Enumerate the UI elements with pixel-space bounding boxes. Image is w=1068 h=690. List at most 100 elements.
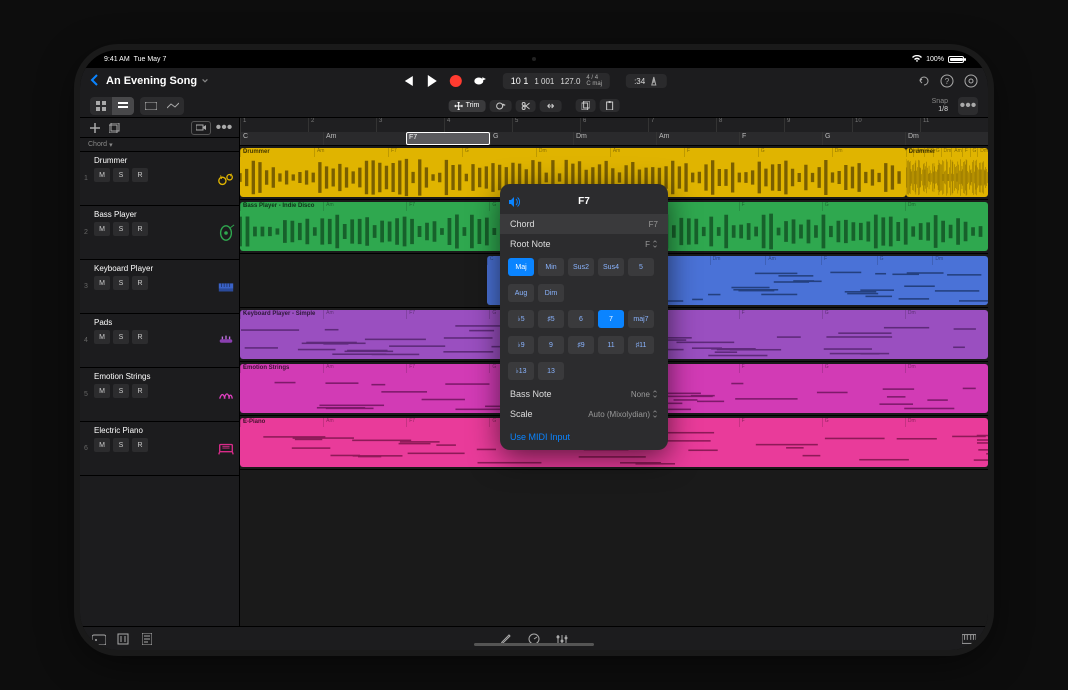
add-track-button[interactable] (88, 121, 102, 135)
chord-chip[interactable]: ♭13 (508, 362, 534, 380)
chord-cell[interactable]: C (240, 132, 323, 145)
mute-button[interactable]: M (94, 330, 110, 344)
solo-button[interactable]: S (113, 438, 129, 452)
chord-chip[interactable]: Aug (508, 284, 534, 302)
preview-audio-button[interactable] (508, 195, 520, 207)
chord-cell[interactable]: Dm (573, 132, 656, 145)
automation-view-button[interactable] (162, 97, 184, 115)
scissors-tool[interactable] (515, 100, 535, 112)
library-button[interactable] (108, 121, 122, 135)
view-mode-segment[interactable] (90, 97, 134, 115)
scale-field[interactable]: Scale Auto (Mixolydian) (500, 404, 668, 424)
play-button[interactable] (425, 74, 439, 88)
mute-button[interactable]: M (94, 438, 110, 452)
toolbar-more-button[interactable]: ••• (958, 97, 978, 115)
track-icon[interactable] (213, 422, 239, 475)
track-header[interactable]: 3 Keyboard Player M S R (80, 260, 239, 314)
notepad-button[interactable] (140, 632, 154, 646)
chord-chip[interactable]: 5 (628, 258, 654, 276)
record-enable-button[interactable]: R (132, 438, 148, 452)
back-button[interactable] (90, 74, 98, 89)
chord-cell[interactable]: G (822, 132, 905, 145)
chord-chip[interactable]: Dim (538, 284, 564, 302)
chord-track[interactable]: CAmF7GDmAmFGDm (240, 132, 988, 146)
chord-chip[interactable]: maj7 (628, 310, 654, 328)
mute-button[interactable]: M (94, 384, 110, 398)
track-view-button[interactable] (112, 97, 134, 115)
solo-button[interactable]: S (113, 330, 129, 344)
chord-chip[interactable]: 7 (598, 310, 624, 328)
chord-chip[interactable]: ♯11 (628, 336, 654, 354)
trim-tool[interactable]: Trim (449, 100, 486, 112)
solo-button[interactable]: S (113, 384, 129, 398)
mute-button[interactable]: M (94, 168, 110, 182)
snap-display[interactable]: Snap 1/8 (932, 98, 948, 113)
track-header[interactable]: 6 Electric Piano M S R (80, 422, 239, 476)
chord-chip[interactable]: 6 (568, 310, 594, 328)
record-enable-button[interactable]: R (132, 276, 148, 290)
root-note-field[interactable]: Root Note F (500, 234, 668, 254)
mute-button[interactable]: M (94, 276, 110, 290)
record-button[interactable] (449, 74, 463, 88)
chord-chip[interactable]: Sus2 (568, 258, 594, 276)
chord-chip[interactable]: ♯9 (568, 336, 594, 354)
chord-chip[interactable]: 13 (538, 362, 564, 380)
count-in-display[interactable]: :34 (626, 74, 667, 88)
use-midi-input-link[interactable]: Use MIDI Input (500, 424, 668, 444)
keyboard-button[interactable] (962, 632, 976, 646)
chord-cell[interactable]: Am (323, 132, 406, 145)
chord-chip[interactable]: 9 (538, 336, 564, 354)
chord-chip[interactable]: ♯5 (538, 310, 564, 328)
chord-chip[interactable]: Sus4 (598, 258, 624, 276)
cycle-button[interactable] (473, 74, 487, 88)
rewind-button[interactable] (401, 74, 415, 88)
solo-button[interactable]: S (113, 222, 129, 236)
track-header[interactable]: 4 Pads M S R (80, 314, 239, 368)
loop-tool[interactable] (489, 100, 511, 112)
track-header[interactable]: 5 Emotion Strings M S R (80, 368, 239, 422)
track-icon[interactable] (213, 368, 239, 421)
track-header[interactable]: 1 Drummer M S R (80, 152, 239, 206)
chord-chip[interactable]: Min (538, 258, 564, 276)
display-mode-segment[interactable] (140, 97, 184, 115)
record-enable-button[interactable]: R (132, 330, 148, 344)
chord-chip[interactable]: Maj (508, 258, 534, 276)
project-title[interactable]: An Evening Song (106, 75, 209, 87)
join-tool[interactable] (539, 100, 561, 112)
record-enable-button[interactable]: R (132, 222, 148, 236)
copy-tool[interactable] (575, 99, 595, 112)
capture-button[interactable] (191, 121, 211, 135)
solo-button[interactable]: S (113, 168, 129, 182)
timeline[interactable]: 1234567891011 CAmF7GDmAmFGDm CAmF7GDmAmF… (240, 118, 988, 626)
ruler[interactable]: 1234567891011 (240, 118, 988, 132)
paste-tool[interactable] (599, 99, 619, 112)
browser-button[interactable] (92, 632, 106, 646)
chord-cell[interactable]: F7 (406, 132, 490, 145)
track-icon[interactable] (213, 314, 239, 367)
bass-note-field[interactable]: Bass Note None (500, 384, 668, 404)
chord-cell[interactable]: G (490, 132, 573, 145)
chord-chip[interactable]: ♭9 (508, 336, 534, 354)
solo-button[interactable]: S (113, 276, 129, 290)
chord-chip[interactable]: ♭5 (508, 310, 534, 328)
region[interactable]: CAmF7GDmAmFGDmDrummer (906, 148, 988, 197)
mute-button[interactable]: M (94, 222, 110, 236)
grid-view-button[interactable] (90, 97, 112, 115)
chord-field[interactable]: ChordF7 (500, 214, 668, 234)
region-view-button[interactable] (140, 97, 162, 115)
track-icon[interactable] (213, 206, 239, 259)
settings-button[interactable] (964, 74, 978, 88)
help-button[interactable]: ? (940, 74, 954, 88)
track-icon[interactable] (213, 152, 239, 205)
record-enable-button[interactable]: R (132, 384, 148, 398)
track-icon[interactable] (213, 260, 239, 313)
mixer-button[interactable] (116, 632, 130, 646)
lcd-display[interactable]: 10 1 1 001 127.0 4 / 4C maj (503, 73, 610, 89)
chord-chip[interactable]: 11 (598, 336, 624, 354)
chord-cell[interactable]: F (739, 132, 822, 145)
chord-track-label[interactable]: Chord▾ (80, 138, 239, 152)
chord-cell[interactable]: Dm (905, 132, 988, 145)
home-indicator[interactable] (474, 643, 594, 646)
undo-button[interactable] (916, 74, 930, 88)
record-enable-button[interactable]: R (132, 168, 148, 182)
